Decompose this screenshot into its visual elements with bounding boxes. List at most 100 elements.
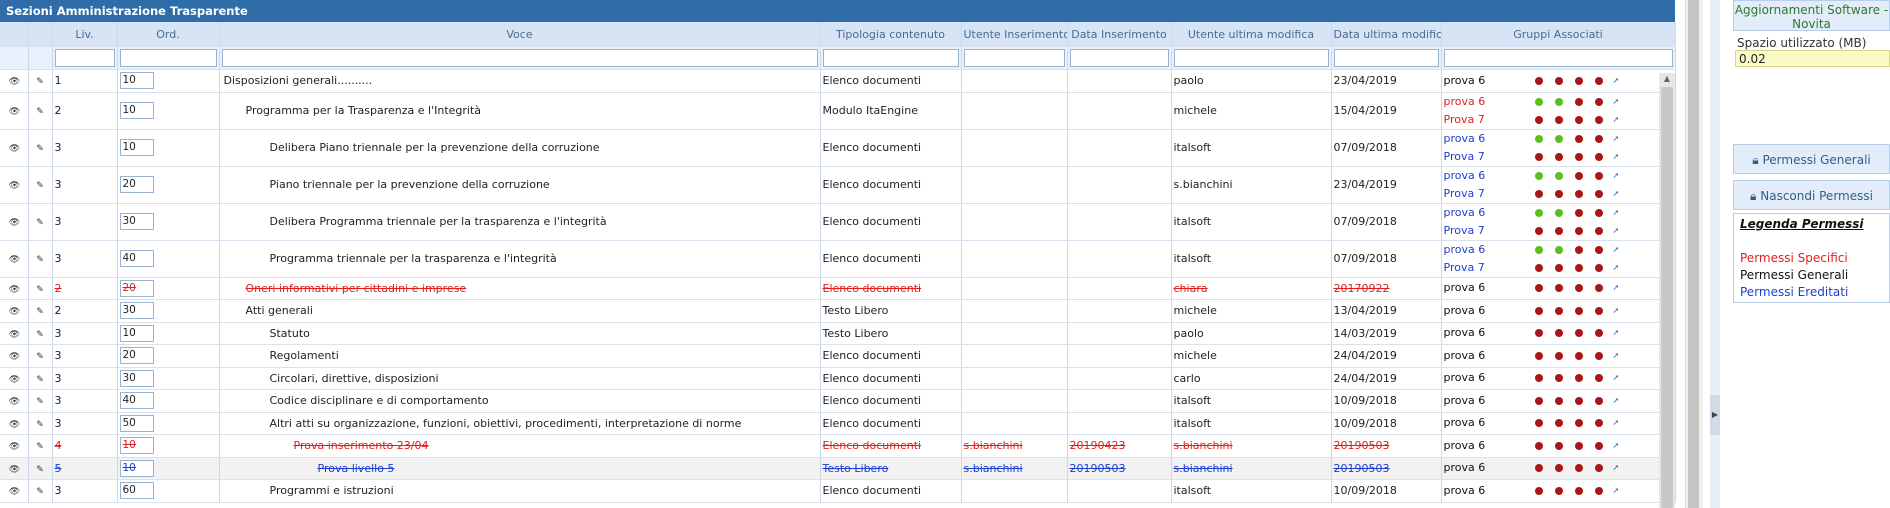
expand-permission-icon[interactable]: ➚ (1613, 414, 1620, 432)
table-row[interactable]: 👁︎ ✎ 3 20 Piano triennale per la prevenzione… (0, 166, 1676, 204)
row-ord-field[interactable]: 20 (119, 176, 154, 193)
table-row[interactable]: 👁︎ ✎ 3 40 Programma triennale per la traspar… (0, 240, 1676, 278)
view-icon[interactable]: 👁︎ (9, 181, 20, 191)
permission-dot-icon[interactable] (1534, 76, 1543, 85)
expand-permission-icon[interactable]: ➚ (1613, 167, 1620, 185)
table-row[interactable]: 👁︎ ✎ 3 50 Altri atti su organizzazione, funz… (0, 412, 1676, 435)
table-row[interactable]: 👁︎ ✎ 1 10 Disposizioni generali.......... Ele… (0, 69, 1676, 93)
permission-dot-icon[interactable] (1574, 441, 1583, 450)
table-row[interactable]: 👁︎ ✎ 2 20 Oneri informativi per cittadini e … (0, 277, 1676, 300)
table-row[interactable]: 👁︎ ✎ 2 10 Programma per la Trasparenza e l'I… (0, 92, 1676, 130)
table-row[interactable]: 👁︎ ✎ 3 40 Codice disciplinare e di comportam… (0, 389, 1676, 413)
permission-dot-icon[interactable] (1554, 306, 1563, 315)
permission-dot-icon[interactable] (1534, 351, 1543, 360)
permission-dot-icon[interactable] (1554, 396, 1563, 405)
permission-dot-icon[interactable] (1534, 464, 1543, 473)
expand-permission-icon[interactable]: ➚ (1613, 392, 1620, 410)
permission-dot-icon[interactable] (1574, 351, 1583, 360)
permission-dot-icon[interactable] (1534, 189, 1543, 198)
col-data-ins[interactable]: Data Inserimento (1067, 22, 1172, 47)
permission-dot-icon[interactable] (1554, 97, 1563, 106)
permission-dot-icon[interactable] (1594, 374, 1603, 383)
expand-permission-icon[interactable]: ➚ (1613, 185, 1620, 203)
expand-permission-icon[interactable]: ➚ (1613, 93, 1620, 111)
edit-icon[interactable]: ✎ (35, 442, 45, 452)
permission-dot-icon[interactable] (1534, 329, 1543, 338)
permission-dot-icon[interactable] (1534, 152, 1543, 161)
edit-icon[interactable]: ✎ (35, 107, 45, 117)
row-ord-field[interactable]: 10 (119, 139, 154, 156)
permission-dot-icon[interactable] (1534, 263, 1543, 272)
expand-permission-icon[interactable]: ➚ (1613, 347, 1620, 365)
expand-permission-icon[interactable]: ➚ (1613, 111, 1620, 129)
grid-scroll-thumb[interactable] (1661, 87, 1673, 508)
table-row[interactable]: 👁︎ ✎ 3 10 Statuto Testo Libero paolo 14/03/2019… (0, 322, 1676, 345)
filter-data-ins[interactable] (1069, 49, 1169, 67)
filter-data-mod[interactable] (1333, 49, 1439, 67)
permission-dot-icon[interactable] (1594, 171, 1603, 180)
permission-dot-icon[interactable] (1594, 76, 1603, 85)
permission-dot-icon[interactable] (1594, 189, 1603, 198)
permission-dot-icon[interactable] (1534, 306, 1543, 315)
permission-dot-icon[interactable] (1594, 464, 1603, 473)
permission-dot-icon[interactable] (1554, 189, 1563, 198)
view-icon[interactable]: 👁︎ (9, 420, 20, 430)
filter-utente-mod[interactable] (1173, 49, 1329, 67)
expand-permission-icon[interactable]: ➚ (1613, 324, 1620, 342)
expand-permission-icon[interactable]: ➚ (1613, 222, 1620, 240)
expand-permission-icon[interactable]: ➚ (1613, 369, 1620, 387)
permission-dot-icon[interactable] (1594, 396, 1603, 405)
col-ord[interactable]: Ord. (117, 22, 220, 47)
permission-dot-icon[interactable] (1574, 464, 1583, 473)
edit-icon[interactable]: ✎ (35, 330, 45, 340)
permission-dot-icon[interactable] (1574, 306, 1583, 315)
permission-dot-icon[interactable] (1534, 441, 1543, 450)
filter-voce[interactable] (221, 49, 818, 67)
permission-dot-icon[interactable] (1574, 134, 1583, 143)
permission-dot-icon[interactable] (1574, 97, 1583, 106)
permission-dot-icon[interactable] (1554, 226, 1563, 235)
permission-dot-icon[interactable] (1594, 115, 1603, 124)
permission-dot-icon[interactable] (1574, 329, 1583, 338)
expand-permission-icon[interactable]: ➚ (1613, 204, 1620, 222)
expand-permission-icon[interactable]: ➚ (1613, 259, 1620, 277)
edit-icon[interactable]: ✎ (35, 218, 45, 228)
permission-dot-icon[interactable] (1554, 134, 1563, 143)
permission-dot-icon[interactable] (1534, 115, 1543, 124)
edit-icon[interactable]: ✎ (35, 465, 45, 475)
permission-dot-icon[interactable] (1574, 419, 1583, 428)
expand-permission-icon[interactable]: ➚ (1613, 459, 1620, 477)
expand-permission-icon[interactable]: ➚ (1613, 130, 1620, 148)
permission-dot-icon[interactable] (1594, 329, 1603, 338)
col-voce[interactable]: Voce (219, 22, 821, 47)
edit-icon[interactable]: ✎ (35, 487, 45, 497)
view-icon[interactable]: 👁︎ (9, 144, 20, 154)
permission-dot-icon[interactable] (1534, 134, 1543, 143)
expand-permission-icon[interactable]: ➚ (1613, 279, 1620, 297)
row-ord-field[interactable]: 60 (119, 482, 154, 500)
table-row[interactable]: 👁︎ ✎ 2 30 Atti generali Testo Libero michele 13… (0, 299, 1676, 323)
permission-dot-icon[interactable] (1594, 226, 1603, 235)
hide-permissions-button[interactable]: 🔒︎ Nascondi Permessi (1733, 180, 1890, 210)
general-permissions-button[interactable]: 🔒︎ Permessi Generali (1733, 144, 1890, 174)
expand-permission-icon[interactable]: ➚ (1613, 302, 1620, 320)
col-liv[interactable]: Liv. (52, 22, 118, 47)
collapse-arrow-icon[interactable]: ▶ (1710, 395, 1720, 435)
view-icon[interactable]: 👁︎ (9, 285, 20, 295)
view-icon[interactable]: 👁︎ (9, 352, 20, 362)
table-row[interactable]: 👁︎ ✎ 3 20 Regolamenti Elenco documenti michele… (0, 344, 1676, 368)
permission-dot-icon[interactable] (1594, 306, 1603, 315)
edit-icon[interactable]: ✎ (35, 420, 45, 430)
expand-permission-icon[interactable]: ➚ (1613, 437, 1620, 455)
edit-icon[interactable]: ✎ (35, 285, 45, 295)
permission-dot-icon[interactable] (1574, 396, 1583, 405)
filter-ord[interactable] (119, 49, 217, 67)
row-ord-field[interactable]: 10 (119, 72, 154, 90)
filter-tipologia[interactable] (822, 49, 959, 67)
row-ord-field[interactable]: 20 (119, 279, 154, 297)
permission-dot-icon[interactable] (1574, 226, 1583, 235)
row-ord-field[interactable]: 40 (119, 250, 154, 267)
table-row[interactable]: 👁︎ ✎ 3 30 Delibera Programma triennale per l… (0, 203, 1676, 241)
view-icon[interactable]: 👁︎ (9, 255, 20, 265)
permission-dot-icon[interactable] (1534, 97, 1543, 106)
